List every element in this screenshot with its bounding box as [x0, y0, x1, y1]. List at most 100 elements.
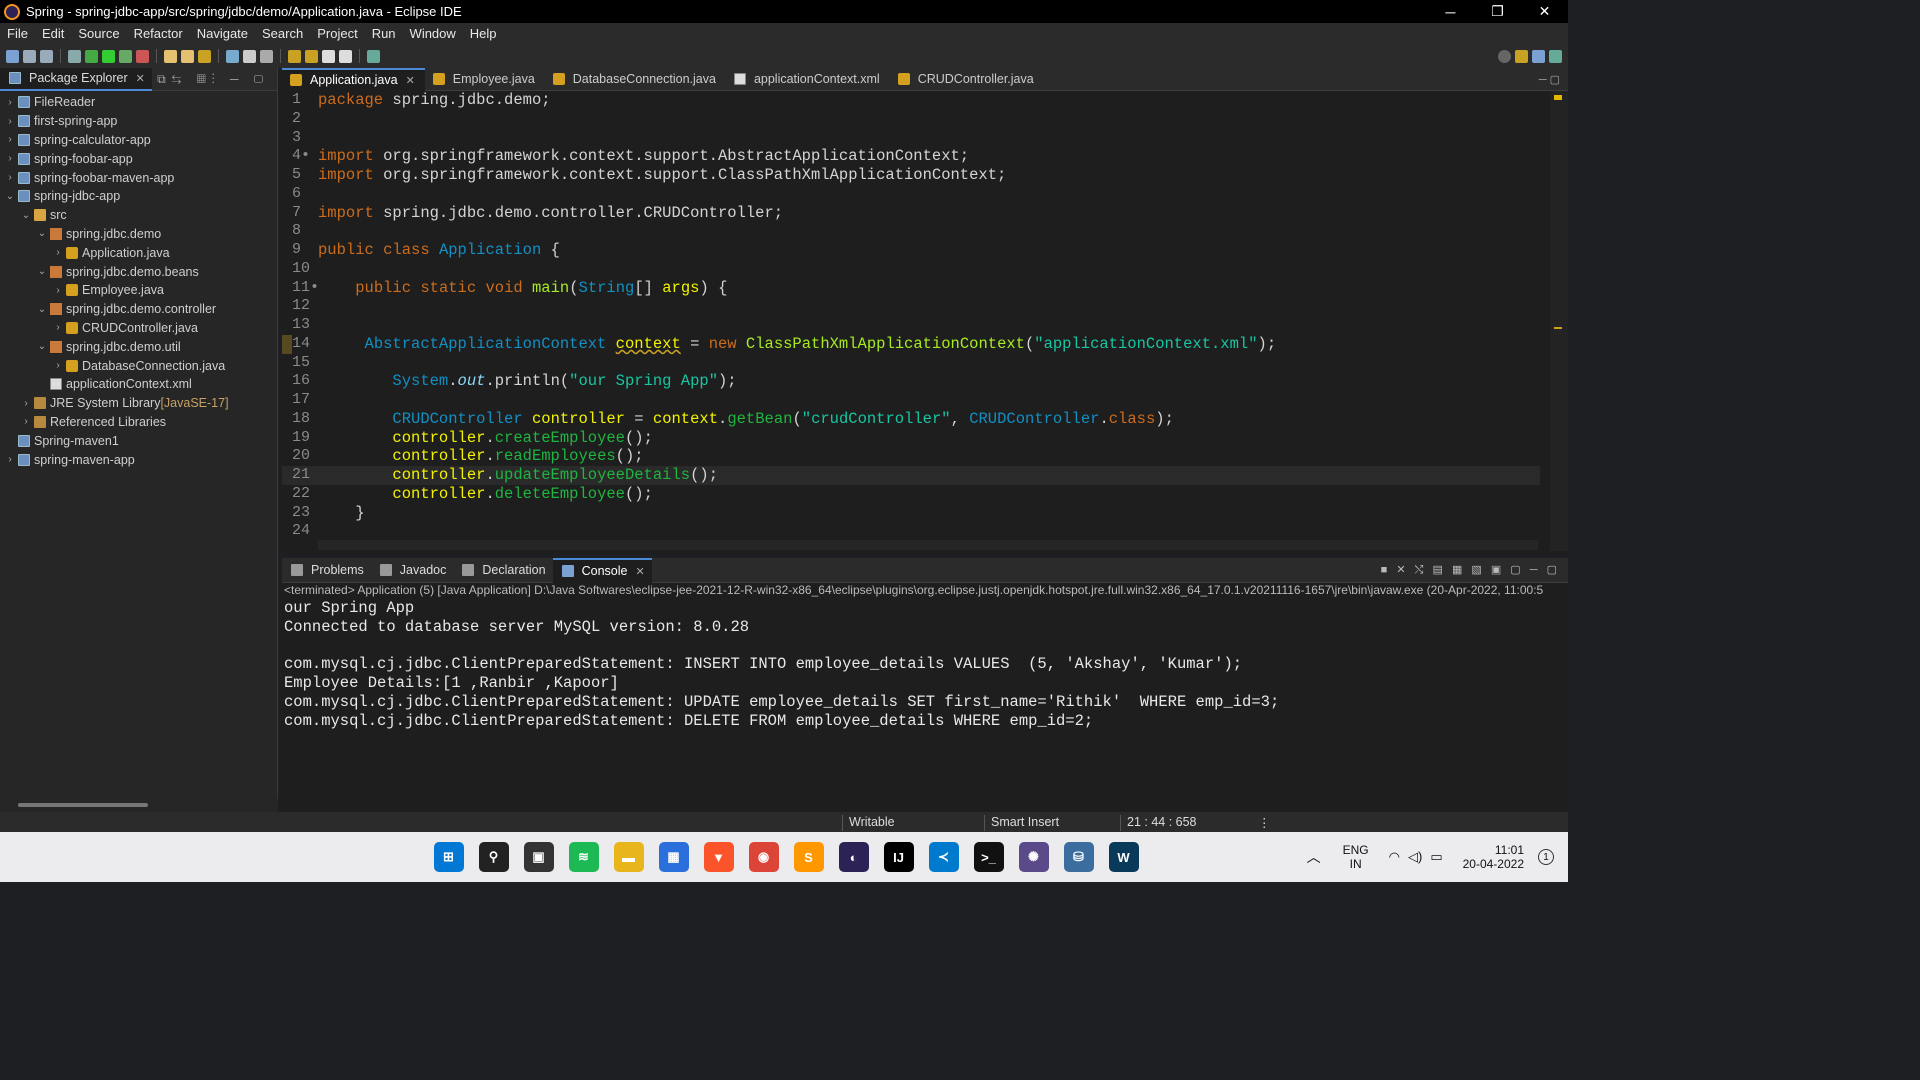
volume-icon[interactable]: ◁) [1408, 849, 1422, 865]
menu-run[interactable]: Run [365, 26, 403, 41]
new-icon[interactable] [6, 49, 19, 63]
code-line[interactable]: 18 CRUDController controller = context.g… [282, 410, 1540, 429]
editor-tab[interactable]: Employee.java [425, 68, 545, 91]
code-line[interactable]: 15 [282, 354, 1540, 373]
save-icon[interactable] [23, 49, 36, 63]
editor-tab[interactable]: Application.java ✕ [282, 67, 425, 91]
tree-item[interactable]: ⌄ spring.jdbc.demo.controller [0, 300, 277, 319]
code-line[interactable]: 19 controller.createEmployee(); [282, 429, 1540, 448]
status-insert-mode[interactable]: Smart Insert [984, 815, 1059, 831]
code-line[interactable]: 14 AbstractApplicationContext context = … [282, 334, 1540, 354]
tree-item[interactable]: › Application.java [0, 243, 277, 262]
menu-navigate[interactable]: Navigate [190, 26, 255, 41]
vscode-icon[interactable]: ≺ [928, 842, 959, 872]
close-button[interactable]: ✕ [1521, 0, 1568, 23]
tree-item[interactable]: ⌄ spring.jdbc.demo [0, 225, 277, 244]
editor-tab[interactable]: DatabaseConnection.java [545, 68, 726, 91]
open-perspective-icon[interactable] [1515, 49, 1528, 63]
pin-editor-icon[interactable] [367, 49, 380, 63]
file-explorer-icon[interactable]: ▬ [613, 842, 644, 872]
expand-chevron-icon[interactable]: › [4, 454, 16, 465]
notifications-badge[interactable]: 1 [1538, 849, 1554, 865]
code-line[interactable]: 10 [282, 260, 1540, 279]
expand-chevron-icon[interactable]: ⌄ [36, 228, 48, 239]
forward-icon[interactable] [339, 49, 352, 63]
menu-source[interactable]: Source [71, 26, 126, 41]
show-hidden-icons[interactable]: ︿ [1307, 847, 1321, 867]
overview-ruler[interactable] [1550, 91, 1568, 551]
code-line[interactable]: 4• import org.springframework.context.sup… [282, 147, 1540, 166]
toggle-mark-occurrences-icon[interactable] [226, 49, 239, 63]
menu-file[interactable]: File [0, 26, 35, 41]
eclipse-icon[interactable]: ◐ [838, 842, 869, 872]
tree-item[interactable]: › spring-foobar-maven-app [0, 168, 277, 187]
save-all-icon[interactable] [40, 49, 53, 63]
expand-chevron-icon[interactable]: ⌄ [4, 191, 16, 202]
restore-button[interactable]: ❐ [1474, 0, 1521, 23]
windows-start-icon[interactable]: ⊞ [433, 842, 464, 872]
code-line[interactable]: 22 controller.deleteEmployee(); [282, 485, 1540, 504]
close-tab-icon[interactable]: ✕ [635, 565, 644, 578]
tab-problems[interactable]: Problems [282, 558, 371, 583]
language-indicator[interactable]: ENG IN [1343, 843, 1369, 871]
intellij-icon[interactable]: IJ [883, 842, 914, 872]
console-output[interactable]: our Spring App Connected to database serv… [282, 599, 1568, 731]
chrome-icon[interactable]: ◉ [748, 842, 779, 872]
tab-console[interactable]: Console ✕ [552, 557, 652, 583]
menu-search[interactable]: Search [255, 26, 310, 41]
mysql-workbench-icon[interactable]: ⛁ [1063, 842, 1094, 872]
code-line[interactable]: 1 package spring.jdbc.demo; [282, 91, 1540, 110]
new-class-icon[interactable] [198, 49, 211, 63]
code-area[interactable]: 1 package spring.jdbc.demo; 2 3 4• import org… [282, 91, 1540, 541]
editor-minmax-icons[interactable]: ─ ▢ [1539, 73, 1560, 86]
back-icon[interactable] [322, 49, 335, 63]
run-icon[interactable] [102, 49, 115, 63]
code-line[interactable]: 12 [282, 297, 1540, 316]
code-line[interactable]: 6 [282, 185, 1540, 204]
console-actions[interactable]: ■ ✕ ⤭ ▤ ▦ ▧ ▣ ▢ ─ ▢ [1381, 563, 1560, 577]
close-tab-icon[interactable]: ✕ [406, 74, 415, 87]
tree-item[interactable]: › FileReader [0, 93, 277, 112]
editor-tab[interactable]: CRUDController.java [890, 68, 1044, 91]
expand-chevron-icon[interactable]: › [4, 134, 16, 145]
tree-item[interactable]: › spring-foobar-app [0, 149, 277, 168]
debug-icon[interactable] [85, 49, 98, 63]
sublime-text-icon[interactable]: S [793, 842, 824, 872]
terminal-icon[interactable]: >_ [973, 842, 1004, 872]
next-annotation-icon[interactable] [288, 49, 301, 63]
show-whitespace-icon[interactable] [260, 49, 273, 63]
wifi-icon[interactable]: ◠ [1389, 849, 1400, 865]
external-tools-icon[interactable] [136, 49, 149, 63]
brave-icon[interactable]: ▼ [703, 842, 734, 872]
code-line[interactable]: 7 import spring.jdbc.demo.controller.CRUD… [282, 204, 1540, 223]
wave-app-icon[interactable]: W [1108, 842, 1139, 872]
tree-item[interactable]: ⌄ spring-jdbc-app [0, 187, 277, 206]
open-console-icon[interactable] [68, 49, 81, 63]
expand-chevron-icon[interactable]: ⌄ [36, 266, 48, 277]
code-line[interactable]: 3 [282, 129, 1540, 148]
expand-chevron-icon[interactable]: › [4, 97, 16, 108]
tree-item[interactable]: ⌄ spring.jdbc.demo.util [0, 337, 277, 356]
code-line[interactable]: 23 } [282, 504, 1540, 523]
expand-chevron-icon[interactable]: ⌄ [36, 341, 48, 352]
tree-item[interactable]: › spring-calculator-app [0, 131, 277, 150]
debug-perspective-icon[interactable] [1549, 49, 1562, 63]
tree-item[interactable]: › CRUDController.java [0, 319, 277, 338]
status-cursor-position[interactable]: 21 : 44 : 658 [1120, 815, 1197, 831]
tree-item[interactable]: ⌄ spring.jdbc.demo.beans [0, 262, 277, 281]
code-line[interactable]: 17 [282, 391, 1540, 410]
code-line[interactable]: 11• public static void main(String[] arg… [282, 279, 1540, 298]
expand-chevron-icon[interactable]: › [52, 322, 64, 333]
spotify-icon[interactable]: ≋ [568, 842, 599, 872]
new-java-project-icon[interactable] [164, 49, 177, 63]
editor-horizontal-scrollbar[interactable] [318, 540, 1538, 550]
tab-declaration[interactable]: Declaration [453, 558, 552, 583]
tree-item[interactable]: › JRE System Library [JavaSE-17] [0, 394, 277, 413]
code-line[interactable]: 20 controller.readEmployees(); [282, 447, 1540, 466]
code-line[interactable]: 9 public class Application { [282, 241, 1540, 260]
java-perspective-icon[interactable] [1532, 49, 1545, 63]
tree-horizontal-scrollbar[interactable] [0, 799, 278, 812]
coverage-icon[interactable] [119, 49, 132, 63]
close-icon[interactable]: ✕ [136, 72, 145, 85]
code-line[interactable]: 2 [282, 110, 1540, 129]
